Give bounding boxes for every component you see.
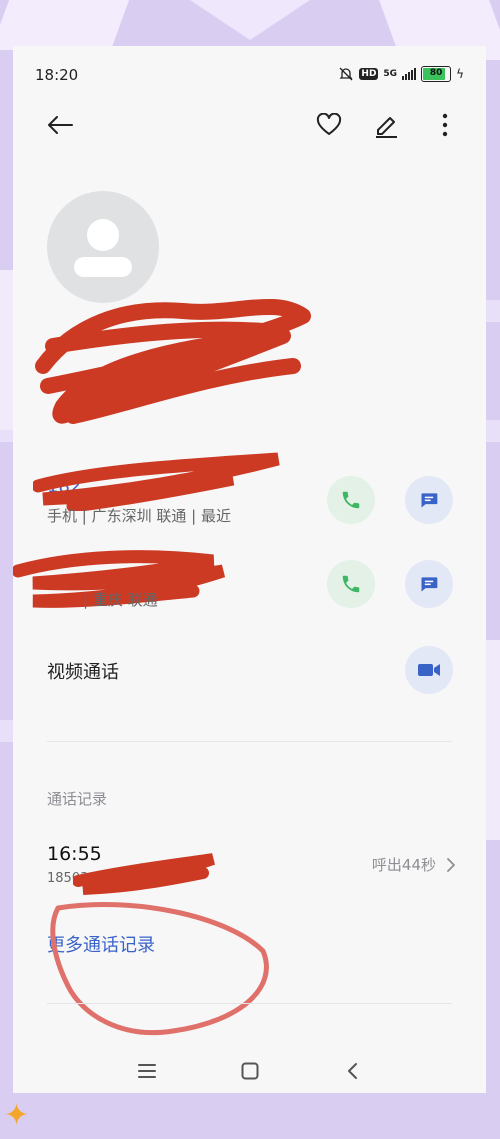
video-icon <box>418 664 440 676</box>
phone2-meta: | 重庆 联通 <box>83 591 158 609</box>
home-square-icon <box>241 1062 259 1080</box>
phone-icon <box>342 575 360 593</box>
phone1-meta: 手机 | 广东深圳 联通 | 最近 <box>47 507 231 525</box>
sparkle-icon: ✦ <box>4 1098 30 1133</box>
navigation-bar <box>13 1049 486 1093</box>
top-app-bar <box>13 102 486 146</box>
phone2-message-button[interactable] <box>405 560 453 608</box>
message-icon <box>421 577 438 592</box>
call-log-title: 通话记录 <box>47 790 108 808</box>
phone-screen: 18:20 HD 5G 80 ϟ 182 手机 | 广东深圳 联通 | 最近 |… <box>13 46 486 1093</box>
more-vertical-icon <box>442 113 448 137</box>
section-divider <box>47 741 452 742</box>
battery-icon: 80 <box>421 66 452 82</box>
annotation-circle <box>50 902 269 1036</box>
video-call-label: 视频通话 <box>47 662 119 683</box>
home-button[interactable] <box>235 1059 265 1083</box>
back-arrow-icon <box>48 116 73 134</box>
status-bar: 18:20 HD 5G 80 ϟ <box>13 46 486 102</box>
charging-icon: ϟ <box>456 67 464 81</box>
heart-icon <box>316 113 342 135</box>
status-time: 18:20 <box>35 66 79 84</box>
mute-bell-icon <box>339 67 353 81</box>
phone-icon <box>342 491 360 509</box>
back-chevron-icon <box>348 1063 357 1079</box>
edit-button[interactable] <box>369 108 403 142</box>
phone1-message-button[interactable] <box>405 476 453 524</box>
call-log-duration: 呼出44秒 <box>371 856 436 874</box>
pencil-icon <box>376 117 397 138</box>
battery-level: 80 <box>429 68 443 78</box>
network-type: 5G <box>383 69 398 79</box>
more-options-button[interactable] <box>428 108 462 142</box>
recent-apps-button[interactable] <box>132 1059 162 1083</box>
back-button[interactable] <box>43 108 77 142</box>
status-icons: HD 5G 80 ϟ <box>338 66 464 82</box>
phone2-call-button[interactable] <box>327 560 375 608</box>
phone1-call-button[interactable] <box>327 476 375 524</box>
favorite-button[interactable] <box>312 108 346 142</box>
menu-icon <box>138 1064 156 1078</box>
redaction-scribble-name <box>35 298 311 424</box>
signal-icon <box>402 68 417 80</box>
message-icon <box>421 493 438 508</box>
redaction-scribble-log-number <box>73 853 215 895</box>
system-back-button[interactable] <box>337 1059 367 1083</box>
redaction-scribble-phone1 <box>33 452 280 511</box>
call-log-detail: 呼出44秒 <box>372 854 456 875</box>
section-divider-bottom <box>47 1003 452 1004</box>
chevron-right-icon <box>447 857 455 872</box>
video-call-button[interactable] <box>405 646 453 694</box>
hd-badge: HD <box>359 68 379 80</box>
